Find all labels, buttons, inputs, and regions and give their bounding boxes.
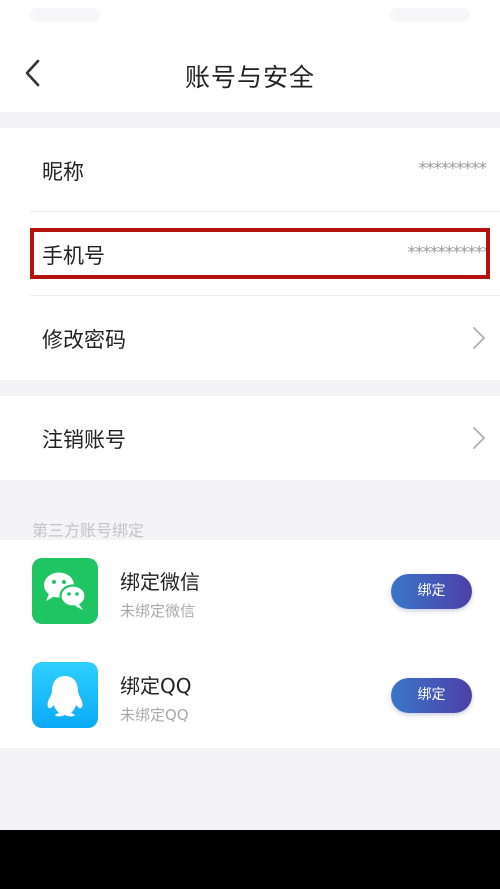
- cancel-account-row[interactable]: 注销账号: [0, 396, 500, 480]
- third-party-section-title: 第三方账号绑定: [32, 521, 145, 540]
- bind-wechat-row: 绑定微信 未绑定微信 绑定: [0, 540, 500, 644]
- bind-qq-title: 绑定QQ: [120, 674, 192, 698]
- nickname-row[interactable]: 昵称 *********: [0, 128, 500, 212]
- cancel-account-label: 注销账号: [42, 428, 126, 452]
- status-bar: [0, 0, 500, 36]
- cancel-account-group: 注销账号: [0, 396, 500, 480]
- wechat-icon: [32, 558, 98, 624]
- account-info-group: 昵称 ********* 手机号 *********** 修改密码: [0, 128, 500, 380]
- system-navigation-bar: [0, 830, 500, 889]
- page-title: 账号与安全: [184, 63, 315, 92]
- change-password-row[interactable]: 修改密码: [0, 296, 500, 380]
- nickname-label: 昵称: [42, 160, 84, 184]
- wechat-bubbles-icon: [44, 572, 87, 610]
- third-party-group: 绑定微信 未绑定微信 绑定 绑定QQ 未绑定QQ 绑定: [0, 540, 500, 748]
- phone-value: ***********: [407, 243, 491, 263]
- status-bar-blur: [30, 8, 100, 22]
- bind-qq-button[interactable]: 绑定: [391, 678, 472, 713]
- chevron-right-icon: [473, 327, 485, 349]
- qq-penguin-icon: [47, 676, 83, 717]
- nickname-value: *********: [418, 159, 487, 179]
- bind-qq-status: 未绑定QQ: [120, 706, 189, 724]
- bind-wechat-button[interactable]: 绑定: [391, 574, 472, 609]
- phone-label: 手机号: [42, 244, 105, 268]
- status-bar-blur: [390, 8, 470, 22]
- top-app-bar: 账号与安全: [0, 36, 500, 112]
- change-password-label: 修改密码: [42, 328, 126, 352]
- qq-icon: [32, 662, 98, 728]
- bind-qq-row: 绑定QQ 未绑定QQ 绑定: [0, 644, 500, 748]
- phone-row[interactable]: 手机号 ***********: [0, 212, 500, 296]
- bind-wechat-title: 绑定微信: [120, 570, 200, 594]
- bind-wechat-status: 未绑定微信: [120, 602, 196, 620]
- chevron-right-icon: [473, 427, 485, 449]
